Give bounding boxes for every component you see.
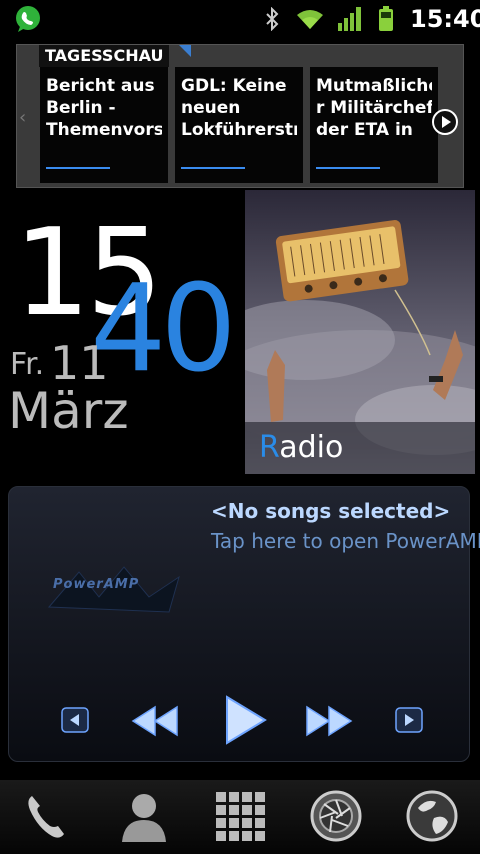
clock-weekday: Fr. — [10, 347, 45, 382]
dock — [0, 780, 480, 854]
phone-icon[interactable] — [18, 788, 74, 844]
news-next-icon[interactable] — [432, 109, 458, 135]
news-item-title: GDL: Keine neuen Lokführerstr — [181, 76, 297, 140]
signal-icon — [338, 7, 361, 31]
status-bar: 15:40 — [0, 0, 480, 38]
news-item-underline — [316, 167, 380, 169]
status-time: 15:40 — [410, 5, 480, 33]
news-item-title: Mutmaßliche r Militärchef der ETA in — [316, 76, 432, 140]
news-item-underline — [181, 167, 245, 169]
camera-aperture-icon[interactable] — [308, 788, 364, 844]
clock-minute: 40 — [90, 260, 237, 399]
next-album-icon[interactable] — [395, 707, 423, 733]
news-item[interactable]: Mutmaßliche r Militärchef der ETA in — [310, 67, 438, 183]
app-drawer-icon[interactable] — [212, 788, 268, 844]
prev-album-icon[interactable] — [61, 707, 89, 733]
battery-icon — [379, 6, 393, 31]
poweramp-logo-text: PowerAMP — [53, 577, 140, 592]
bluetooth-icon — [266, 7, 279, 31]
browser-globe-icon[interactable] — [404, 788, 460, 844]
clock-month: März — [8, 382, 129, 440]
poweramp-widget[interactable]: <No songs selected> Tap here to open Pow… — [8, 486, 480, 762]
news-item[interactable]: Bericht aus Berlin - Themenvorsc — [40, 67, 168, 183]
fast-forward-icon[interactable] — [303, 701, 355, 741]
news-item-title: Bericht aus Berlin - Themenvorsc — [46, 76, 162, 140]
rewind-icon[interactable] — [129, 701, 181, 741]
news-item-underline — [46, 167, 110, 169]
news-prev-icon[interactable]: ‹ — [19, 107, 26, 128]
news-header: TAGESSCHAU — [39, 45, 170, 67]
contacts-icon[interactable] — [116, 788, 172, 844]
radio-label: Radio — [245, 422, 475, 474]
whatsapp-icon[interactable] — [13, 4, 43, 34]
news-corner-accent — [179, 45, 191, 57]
play-icon[interactable] — [219, 693, 269, 747]
news-widget[interactable]: TAGESSCHAU ‹ Bericht aus Berlin - Themen… — [16, 44, 464, 188]
news-item[interactable]: GDL: Keine neuen Lokführerstr — [175, 67, 303, 183]
wifi-icon — [297, 10, 323, 29]
poweramp-open-hint[interactable]: Tap here to open PowerAMP — [211, 529, 480, 553]
radio-widget[interactable]: Radio — [245, 190, 475, 474]
poweramp-track-title: <No songs selected> — [211, 499, 451, 523]
